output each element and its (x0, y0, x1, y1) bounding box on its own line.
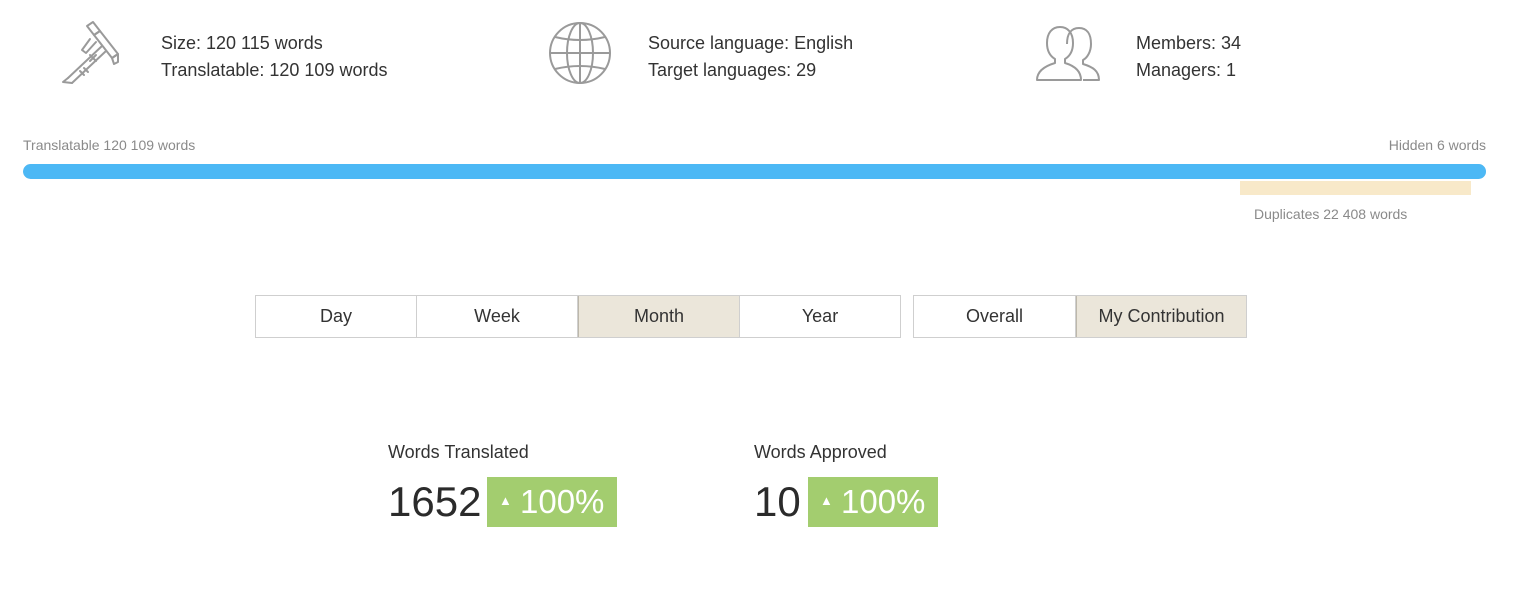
translatable-bar-label: Translatable 120 109 words (23, 137, 196, 153)
duplicates-band (1240, 181, 1471, 195)
member-stats: Members: 34 Managers: 1 (1136, 30, 1241, 84)
size-stats: Size: 120 115 words Translatable: 120 10… (161, 30, 387, 84)
up-arrow-icon: ▲ (820, 493, 833, 508)
words-translated-label: Words Translated (388, 442, 529, 462)
globe-icon (547, 20, 617, 90)
translation-progress-bar (23, 164, 1486, 179)
caliper-icon (60, 20, 130, 90)
users-icon (1035, 20, 1105, 90)
scope-tabs: Overall My Contribution (913, 295, 1247, 338)
hidden-bar-label: Hidden 6 words (1388, 137, 1486, 153)
tab-day[interactable]: Day (256, 296, 417, 337)
translatable-text: Translatable: 120 109 words (161, 60, 388, 80)
members-block: Members: 34 Managers: 1 (1035, 20, 1455, 90)
words-approved-stat: Words Approved 10 ▲ 100% (754, 440, 938, 527)
words-translated-change-badge: ▲ 100% (487, 477, 617, 527)
words-approved-change: 100% (841, 483, 926, 520)
language-stats: Source language: English Target language… (648, 30, 853, 84)
duplicates-label: Duplicates 22 408 words (1254, 206, 1408, 222)
source-language-text: Source language: English (648, 33, 854, 53)
words-translated-change: 100% (520, 483, 605, 520)
members-text: Members: 34 (1136, 33, 1242, 53)
tab-month[interactable]: Month (578, 296, 740, 337)
words-translated-stat: Words Translated 1652 ▲ 100% (388, 440, 617, 527)
period-tabs: Day Week Month Year (255, 295, 901, 338)
translatable-fill (23, 164, 1486, 179)
up-arrow-icon: ▲ (499, 493, 512, 508)
project-size-block: Size: 120 115 words Translatable: 120 10… (60, 20, 480, 90)
words-approved-change-badge: ▲ 100% (808, 477, 938, 527)
tab-week[interactable]: Week (417, 296, 578, 337)
languages-block: Source language: English Target language… (547, 20, 967, 90)
size-text: Size: 120 115 words (161, 33, 323, 53)
words-translated-value: 1652 (388, 478, 482, 525)
managers-text: Managers: 1 (1136, 60, 1237, 80)
words-approved-value: 10 (754, 478, 801, 525)
tab-overall[interactable]: Overall (914, 296, 1076, 337)
words-approved-label: Words Approved (754, 442, 887, 462)
tab-year[interactable]: Year (740, 296, 900, 337)
tab-my-contribution[interactable]: My Contribution (1076, 296, 1246, 337)
target-languages-text: Target languages: 29 (648, 60, 817, 80)
